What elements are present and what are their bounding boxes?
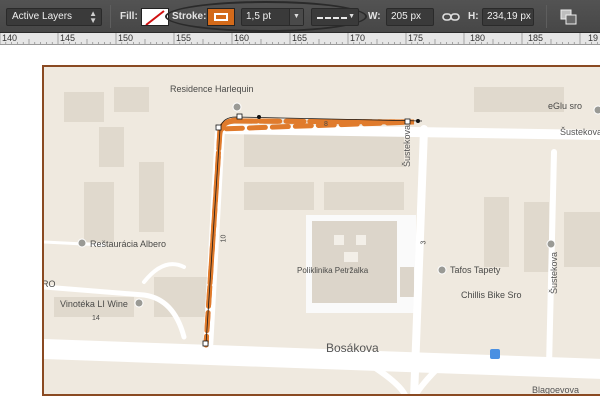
ruler-label: 19 bbox=[588, 33, 599, 43]
chevron-down-icon: ▼ bbox=[348, 13, 355, 20]
updown-arrows-icon: ▲ ▼ bbox=[89, 9, 97, 25]
place-label: eGlu sro bbox=[548, 101, 583, 111]
house-number: 14 bbox=[92, 315, 100, 322]
ruler-label: 150 bbox=[118, 33, 134, 43]
path-operations-icon[interactable] bbox=[558, 7, 580, 27]
width-label: W: bbox=[368, 11, 381, 22]
separator bbox=[546, 5, 547, 28]
street-label: Šustekova bbox=[402, 124, 412, 167]
link-icon[interactable] bbox=[442, 9, 460, 25]
house-number: 3 bbox=[420, 240, 428, 245]
layer-filter-select[interactable]: Active Layers ▲ ▼ bbox=[6, 8, 102, 26]
options-bar: Active Layers ▲ ▼ Fill: Stroke: 1,5 pt ▼ … bbox=[0, 0, 600, 33]
ruler-label: 185 bbox=[528, 33, 544, 43]
place-label: Reštaurácia Albero bbox=[90, 239, 167, 249]
stroke-width-field[interactable]: 1,5 pt ▼ bbox=[241, 8, 304, 26]
ruler-label: 180 bbox=[470, 33, 486, 43]
place-label: Chillis Bike Sro bbox=[461, 290, 522, 300]
ruler-label: 140 bbox=[2, 33, 18, 43]
house-number: 8 bbox=[324, 121, 328, 128]
ruler-label: 170 bbox=[350, 33, 366, 43]
stroke-width-value: 1,5 pt bbox=[246, 11, 272, 22]
ruler-label: 160 bbox=[234, 33, 250, 43]
street-label: Šustekova bbox=[560, 127, 600, 137]
width-value: 205 px bbox=[391, 11, 422, 22]
stroke-color-swatch[interactable] bbox=[207, 8, 235, 26]
place-label: Poliklinika Petržalka bbox=[297, 266, 369, 275]
place-label: Tafos Tapety bbox=[450, 265, 501, 275]
chevron-down-icon[interactable]: ▼ bbox=[289, 9, 303, 25]
street-label: Blagoevova bbox=[532, 385, 580, 395]
ruler-label: 155 bbox=[176, 33, 192, 43]
separator bbox=[110, 5, 111, 28]
ruler-label: 165 bbox=[292, 33, 308, 43]
dashed-line-icon bbox=[317, 17, 347, 19]
map-image: Residence Harlequin eGlu sro Reštaurácia… bbox=[42, 65, 600, 396]
document-canvas[interactable]: Residence Harlequin eGlu sro Reštaurácia… bbox=[0, 46, 600, 400]
map-graphics bbox=[44, 87, 600, 394]
width-field[interactable]: 205 px bbox=[386, 8, 434, 26]
fill-label: Fill: bbox=[120, 11, 138, 22]
horizontal-ruler[interactable]: 140 145 150 155 160 165 170 175 180 185 … bbox=[0, 33, 600, 45]
place-label: Vinotéka LI Wine bbox=[60, 299, 128, 309]
stroke-label: Stroke: bbox=[172, 11, 207, 22]
ruler-label: 145 bbox=[60, 33, 76, 43]
ruler-label: 175 bbox=[408, 33, 424, 43]
place-label: Residence Harlequin bbox=[170, 84, 254, 94]
street-label: Bosákova bbox=[326, 341, 379, 355]
place-label: RO bbox=[42, 279, 56, 289]
street-label: Šustekova bbox=[549, 251, 559, 294]
height-label: H: bbox=[468, 11, 479, 22]
stroke-type-select[interactable]: ▼ bbox=[311, 8, 359, 26]
layer-filter-value: Active Layers bbox=[12, 11, 73, 22]
height-value: 234,19 px bbox=[487, 11, 531, 22]
height-field[interactable]: 234,19 px bbox=[482, 8, 534, 26]
house-number: 10 bbox=[220, 234, 228, 243]
